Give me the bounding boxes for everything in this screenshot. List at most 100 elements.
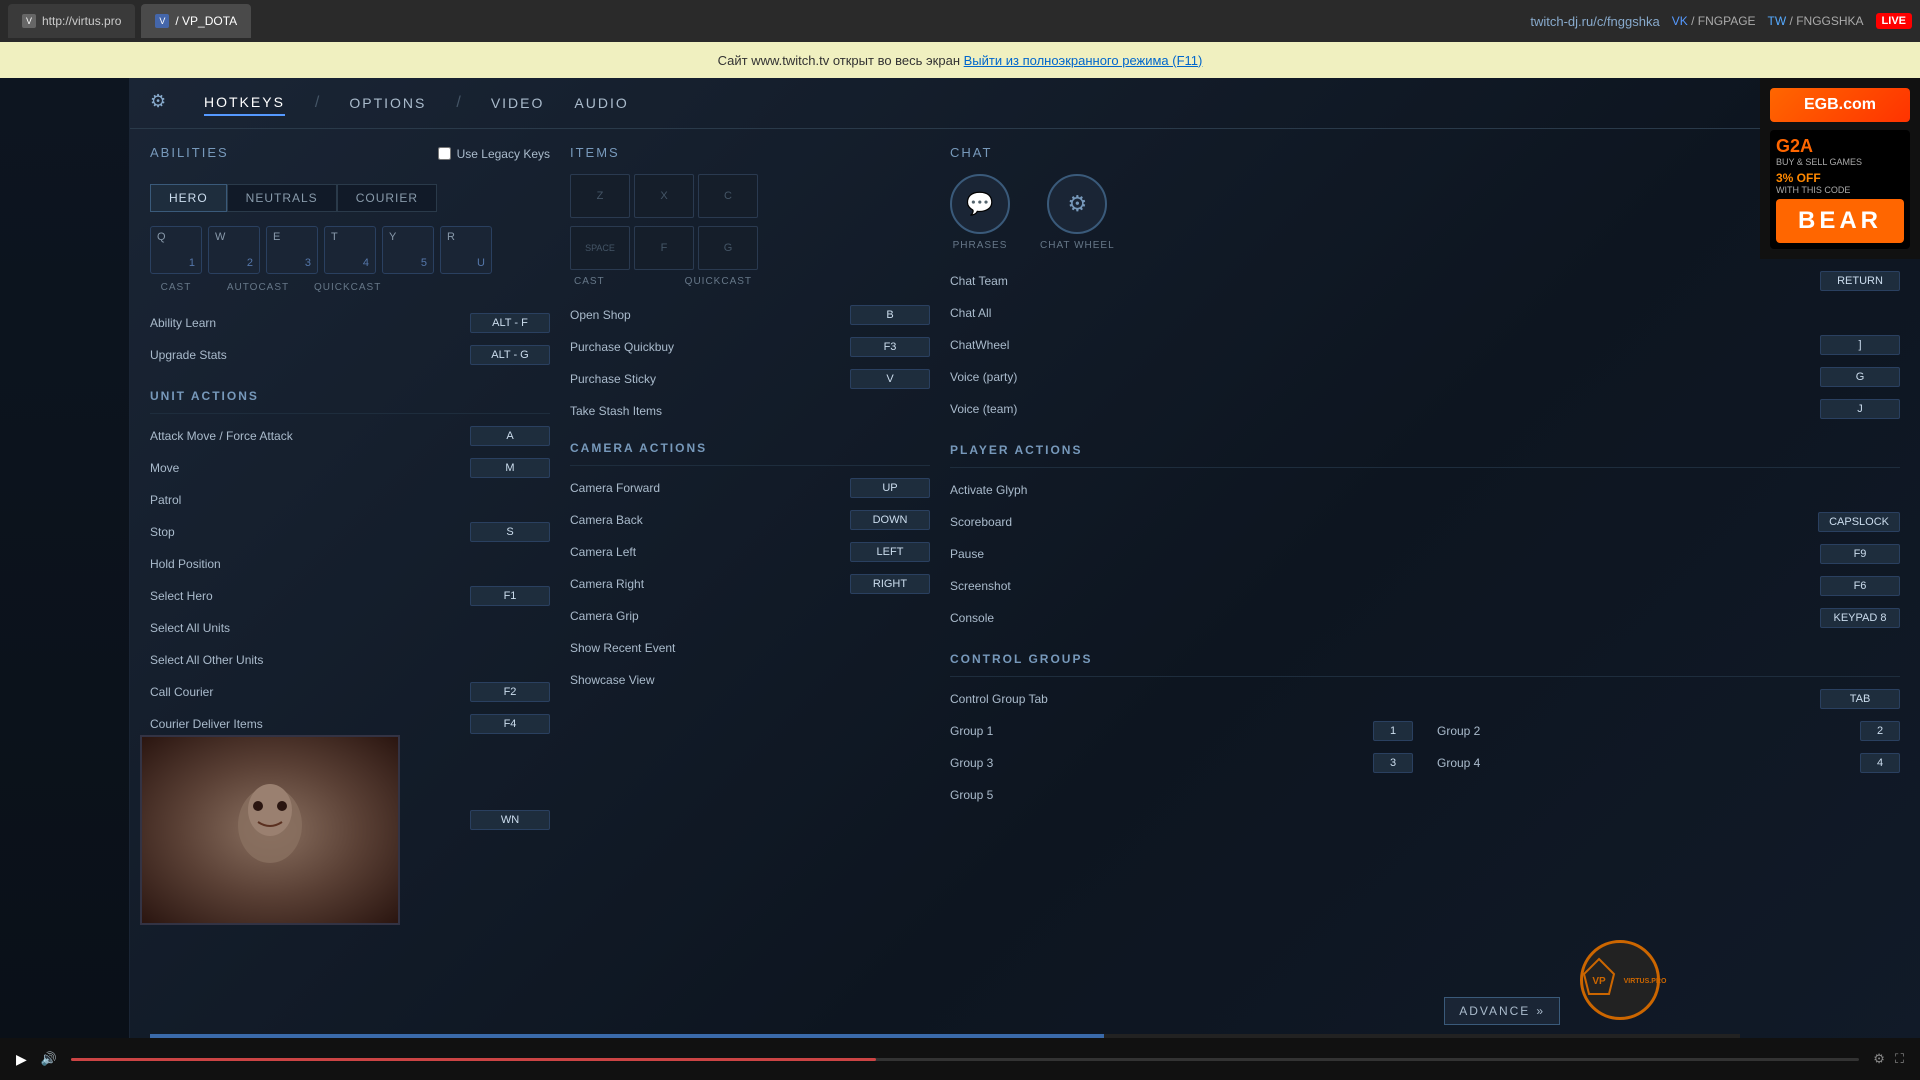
bind-scoreboard: Scoreboard CAPSLOCK — [950, 508, 1900, 536]
ability-key-w[interactable]: W 2 — [208, 226, 260, 274]
fullscreen-icon[interactable]: ⛶ — [1895, 1051, 1904, 1067]
tab-label-vpdota: / VP_DOTA — [175, 14, 237, 28]
camera-actions-title: CAMERA ACTIONS — [570, 441, 930, 455]
bind-select-all-units: Select All Units — [150, 614, 550, 642]
social-link-fnggshka[interactable]: TW / FNGGSHKA — [1768, 14, 1864, 28]
bind-select-hero: Select Hero F1 — [150, 582, 550, 610]
player-bindings: Activate Glyph Scoreboard CAPSLOCK Pause… — [950, 476, 1900, 632]
item-cast-label: CAST — [574, 276, 605, 287]
bind-purchase-sticky: Purchase Sticky V — [570, 365, 930, 393]
bind-console: Console KEYPAD 8 — [950, 604, 1900, 632]
nav-video[interactable]: VIDEO — [491, 91, 545, 115]
ability-key-t[interactable]: T 4 — [324, 226, 376, 274]
control-groups-title: CONTROL GROUPS — [950, 652, 1900, 666]
bind-hold-position: Hold Position — [150, 550, 550, 578]
item-slot-f[interactable]: F — [634, 226, 694, 270]
nav-audio[interactable]: AUDIO — [574, 91, 628, 115]
bind-chat-all: Chat All — [950, 299, 1900, 327]
tw-icon: TW — [1768, 14, 1787, 28]
legacy-keys-label[interactable]: Use Legacy Keys — [438, 147, 550, 161]
tab-favicon-virtus: V — [22, 14, 36, 28]
col-chat: CHAT 💬 PHRASES ⚙ CHAT WHEEL Chat Team RE… — [950, 145, 1900, 1060]
notification-bar: Сайт www.twitch.tv открыт во весь экран … — [0, 42, 1920, 78]
tab-vpdota[interactable]: V / VP_DOTA — [141, 4, 251, 38]
settings-icon[interactable]: ⚙ — [1873, 1051, 1885, 1067]
bind-patrol: Patrol — [150, 486, 550, 514]
player-actions-title: PLAYER ACTIONS — [950, 443, 1900, 457]
advance-button[interactable]: ADVANCE » — [1444, 997, 1560, 1025]
cast-labels: CAST AUTOCAST QUICKCAST — [150, 282, 550, 293]
camera-bindings: Camera Forward UP Camera Back DOWN Camer… — [570, 474, 930, 694]
egb-logo: EGB.com — [1770, 88, 1910, 122]
item-cast-labels: CAST QUICKCAST — [570, 276, 930, 287]
discount-text: 3% OFF — [1776, 171, 1904, 185]
chat-wheel-icon-block[interactable]: ⚙ CHAT WHEEL — [1040, 174, 1115, 251]
volume-icon[interactable]: 🔊 — [41, 1051, 57, 1067]
item-slot-z[interactable]: Z — [570, 174, 630, 218]
bind-camera-grip: Camera Grip — [570, 602, 930, 630]
svg-text:VP: VP — [1592, 976, 1606, 987]
browser-right-controls: twitch-dj.ru/c/fnggshka VK / FNGPAGE TW … — [1530, 13, 1912, 29]
phrases-label: PHRASES — [953, 240, 1008, 251]
left-sidebar — [0, 78, 130, 1080]
item-slot-space[interactable]: SPACE — [570, 226, 630, 270]
vp-logo-area: VP VIRTUS.PRO — [1580, 940, 1660, 1020]
legacy-keys-checkbox[interactable] — [438, 147, 451, 160]
g2a-panel: G2A BUY & SELL GAMES 3% OFF WITH THIS CO… — [1770, 130, 1910, 249]
chat-wheel-label: CHAT WHEEL — [1040, 240, 1115, 251]
hero-tabs: HERO NEUTRALS COURIER — [150, 184, 550, 212]
phrases-icon-block[interactable]: 💬 PHRASES — [950, 174, 1010, 251]
tab-virtus[interactable]: V http://virtus.pro — [8, 4, 135, 38]
ad-panel: EGB.com G2A BUY & SELL GAMES 3% OFF WITH… — [1760, 78, 1920, 259]
control-group-row-1: Group 1 1 Group 2 2 — [950, 717, 1900, 745]
scroll-fill — [150, 1034, 1104, 1038]
bind-camera-back: Camera Back DOWN — [570, 506, 930, 534]
g2a-logo: G2A — [1776, 136, 1904, 157]
item-slot-x[interactable]: X — [634, 174, 694, 218]
tab-hero[interactable]: HERO — [150, 184, 227, 212]
bind-voice-party: Voice (party) G — [950, 363, 1900, 391]
play-button[interactable]: ▶ — [16, 1051, 27, 1068]
g2a-sub: BUY & SELL GAMES — [1776, 157, 1904, 167]
ability-key-r[interactable]: R U — [440, 226, 492, 274]
exit-fullscreen-link[interactable]: Выйти из полноэкранного режима (F11) — [964, 53, 1203, 68]
social-link-fngpage[interactable]: VK / FNGPAGE — [1672, 14, 1756, 28]
ability-key-q[interactable]: Q 1 — [150, 226, 202, 274]
item-bindings: Open Shop B Purchase Quickbuy F3 Purchas… — [570, 301, 930, 425]
bind-control-group-tab: Control Group Tab TAB — [950, 685, 1900, 713]
bind-ability-learn: Ability Learn ALT - F — [150, 309, 550, 337]
cast-label-autocast: AUTOCAST — [208, 282, 308, 293]
cast-label-cast: CAST — [150, 282, 202, 293]
chat-bindings: Chat Team RETURN Chat All ChatWheel ] Vo… — [950, 267, 1900, 423]
item-slots-row2: SPACE F G — [570, 226, 930, 270]
bind-voice-team: Voice (team) J — [950, 395, 1900, 423]
scroll-hint — [150, 1034, 1740, 1038]
bind-camera-right: Camera Right RIGHT — [570, 570, 930, 598]
item-slot-g[interactable]: G — [698, 226, 758, 270]
vp-logo: VP VIRTUS.PRO — [1580, 940, 1660, 1020]
ability-key-e[interactable]: E 3 — [266, 226, 318, 274]
chat-icons: 💬 PHRASES ⚙ CHAT WHEEL — [950, 174, 1900, 251]
ability-key-row: Q 1 W 2 E 3 T 4 — [150, 226, 550, 274]
bind-showcase-view: Showcase View — [570, 666, 930, 694]
nav-options[interactable]: OPTIONS — [349, 91, 426, 115]
ability-key-y[interactable]: Y 5 — [382, 226, 434, 274]
unit-actions-title: UNIT ACTIONS — [150, 389, 550, 403]
settings-gear-icon[interactable]: ⚙ — [150, 91, 174, 115]
divider-1 — [150, 413, 550, 414]
top-nav: ⚙ HOTKEYS / OPTIONS / VIDEO AUDIO ABOUT — [130, 78, 1920, 129]
bear-code: BEAR — [1776, 199, 1904, 243]
control-group-bindings: Control Group Tab TAB Group 1 1 Group 2 … — [950, 685, 1900, 809]
tab-neutrals[interactable]: NEUTRALS — [227, 184, 337, 212]
progress-bar[interactable] — [71, 1058, 1859, 1061]
bind-camera-left: Camera Left LEFT — [570, 538, 930, 566]
tab-courier[interactable]: COURIER — [337, 184, 437, 212]
tab-favicon-vp: V — [155, 14, 169, 28]
webcam-face — [142, 737, 398, 923]
nav-hotkeys[interactable]: HOTKEYS — [204, 90, 285, 116]
control-group-row-2: Group 3 3 Group 4 4 — [950, 749, 1900, 777]
bind-purchase-quickbuy: Purchase Quickbuy F3 — [570, 333, 930, 361]
bind-take-stash: Take Stash Items — [570, 397, 930, 425]
item-slot-c[interactable]: C — [698, 174, 758, 218]
bind-call-courier: Call Courier F2 — [150, 678, 550, 706]
